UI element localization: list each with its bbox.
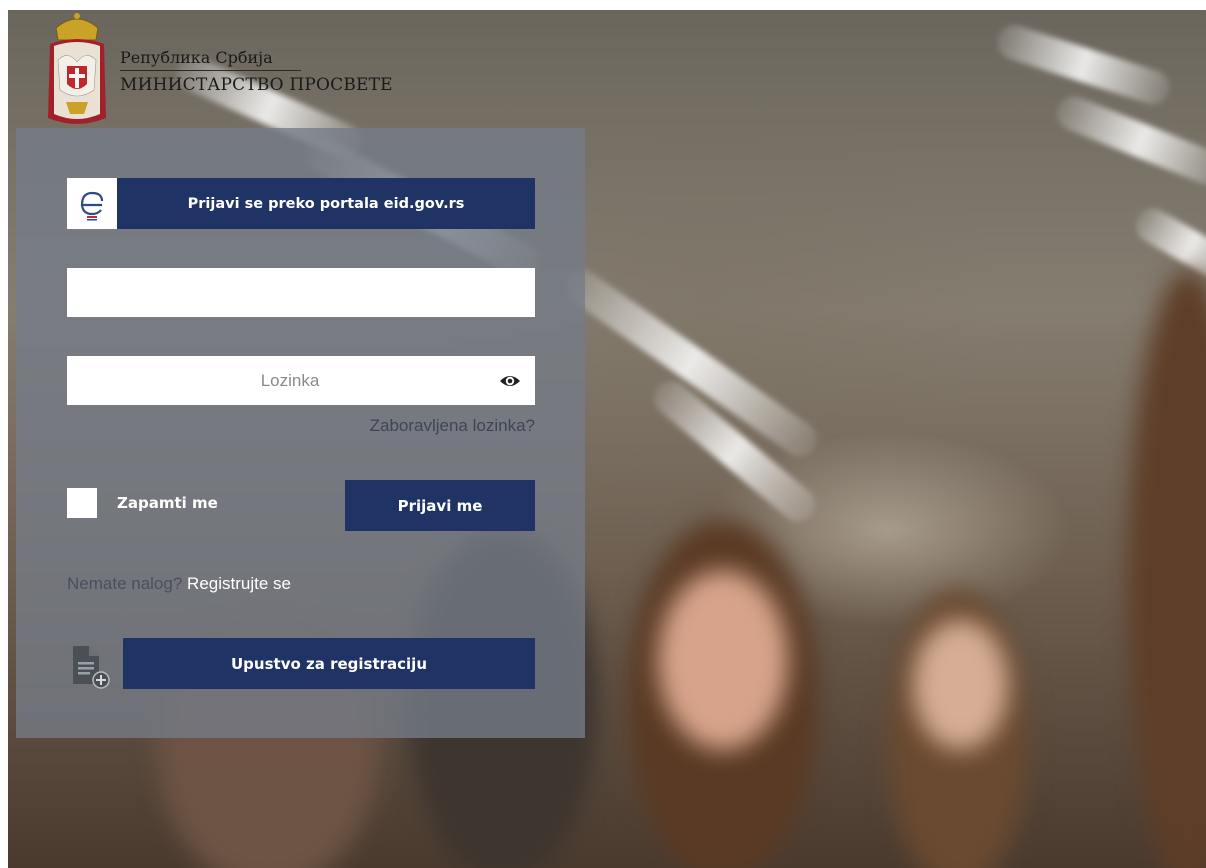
- coat-of-arms-icon: [48, 13, 106, 124]
- country-name: Република Србија: [120, 48, 301, 71]
- document-add-icon[interactable]: [69, 644, 113, 690]
- eid-login-label: Prijavi se preko portala eid.gov.rs: [187, 195, 465, 212]
- eid-login-button[interactable]: Prijavi se preko portala eid.gov.rs: [67, 178, 535, 229]
- password-field: [67, 355, 535, 406]
- ministry-name: МИНИСТАРСТВО ПРОСВЕТЕ: [120, 75, 393, 95]
- login-button[interactable]: Prijavi me: [345, 480, 535, 531]
- username-input[interactable]: [67, 268, 535, 317]
- eid-logo-icon: [67, 178, 117, 229]
- remember-checkbox[interactable]: [67, 488, 97, 518]
- registration-guide-button[interactable]: Upustvo za registraciju: [123, 638, 535, 689]
- ministry-header: Република Србија МИНИСТАРСТВО ПРОСВЕТЕ: [44, 10, 393, 130]
- eye-icon[interactable]: [485, 373, 535, 389]
- remember-label: Zapamti me: [117, 494, 218, 512]
- register-prompt: Nemate nalog? Registrujte se: [67, 574, 291, 594]
- register-link[interactable]: Registrujte se: [187, 574, 291, 593]
- password-input[interactable]: [67, 355, 485, 406]
- forgot-password-link[interactable]: Zaboravljena lozinka?: [370, 416, 535, 436]
- remember-me: Zapamti me: [67, 488, 218, 518]
- login-panel: Prijavi se preko portala eid.gov.rs Zabo…: [16, 128, 585, 738]
- no-account-text: Nemate nalog?: [67, 574, 183, 593]
